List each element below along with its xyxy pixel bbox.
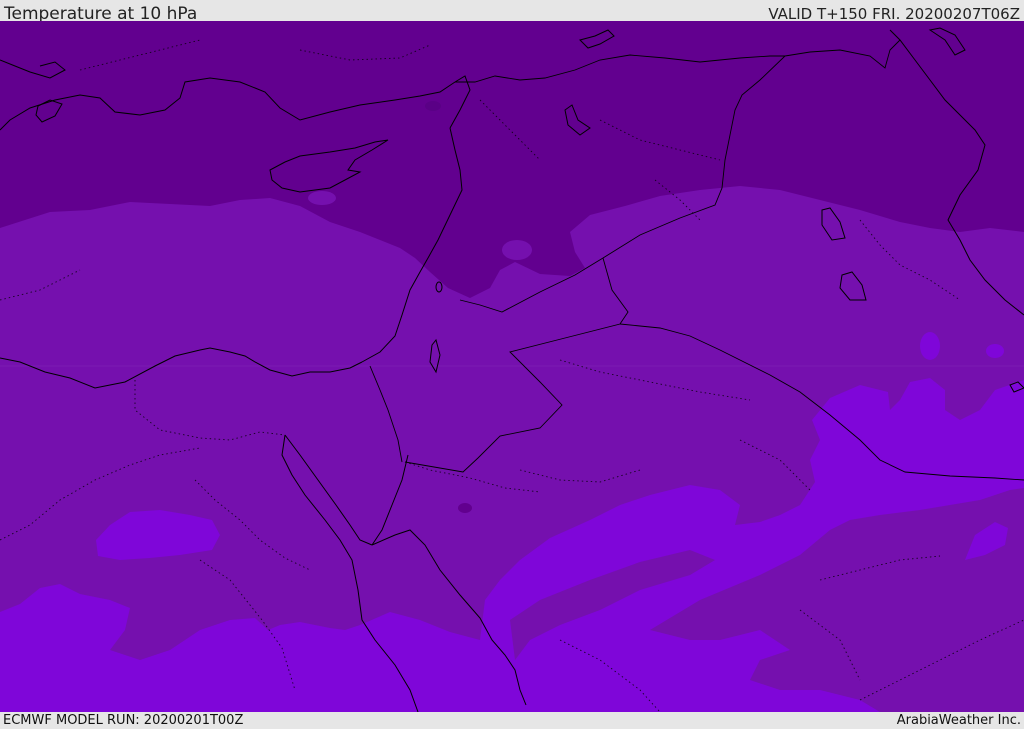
map-panel[interactable] xyxy=(0,21,1024,712)
cold-spot xyxy=(425,101,441,111)
mid-spot xyxy=(308,191,336,205)
warm-spot xyxy=(920,332,940,360)
mid-spot xyxy=(502,240,532,260)
header-bar: Temperature at 10 hPa VALID T+150 FRI. 2… xyxy=(0,0,1024,24)
credit: ArabiaWeather Inc. xyxy=(896,713,1021,728)
temperature-map[interactable] xyxy=(0,21,1024,712)
footer-bar: ECMWF MODEL RUN: 20200201T00Z ArabiaWeat… xyxy=(0,712,1024,729)
cold-spot xyxy=(458,503,472,513)
model-run: ECMWF MODEL RUN: 20200201T00Z xyxy=(3,713,244,728)
warm-spot xyxy=(986,344,1004,358)
